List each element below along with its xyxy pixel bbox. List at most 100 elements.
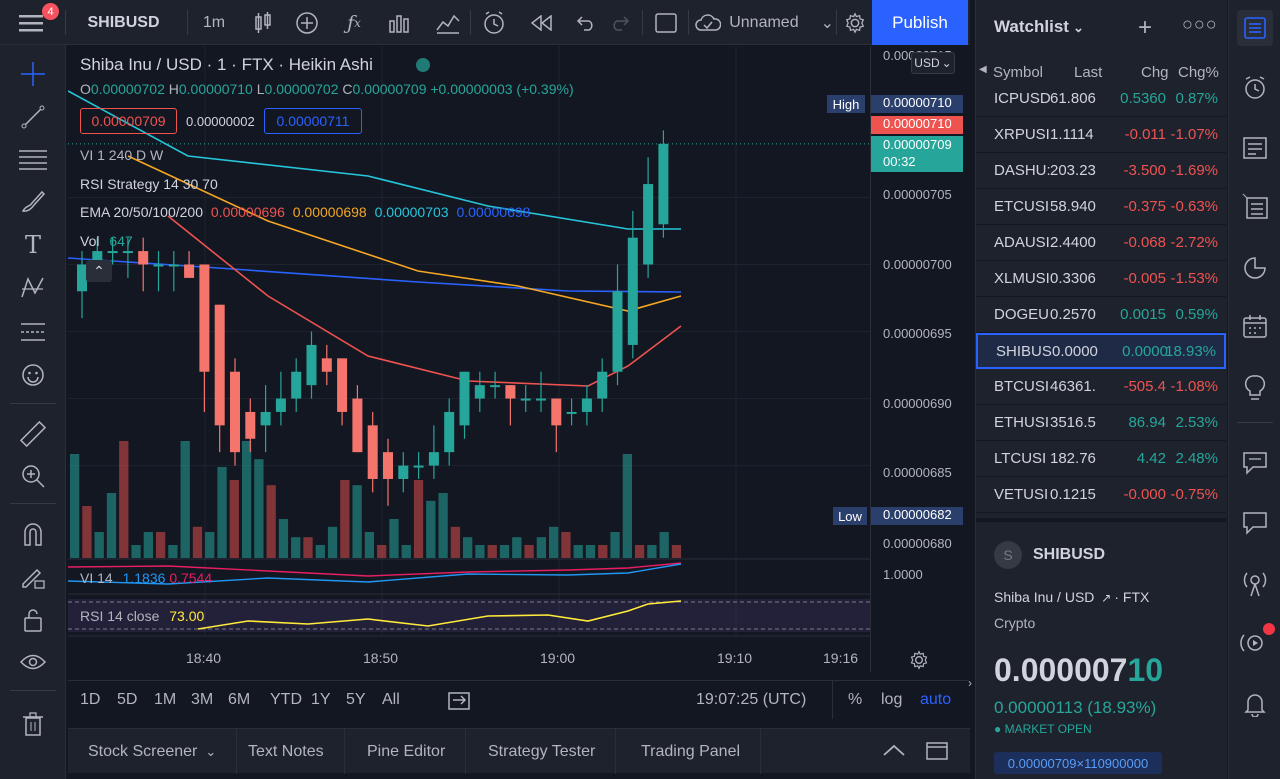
alert-clock-icon[interactable] (474, 0, 514, 45)
volume-bar (155, 532, 166, 558)
fib-retracement-icon[interactable] (14, 142, 52, 176)
price-scale[interactable]: 0.00000715 USD⌄ High 0.00000710 0.000007… (827, 46, 970, 673)
trash-icon[interactable] (14, 707, 52, 741)
range-1d[interactable]: 1D (80, 691, 117, 709)
watchlist-row[interactable]: ICPUSD 61.806 0.5360 0.87% (976, 81, 1226, 117)
layout-save-button[interactable]: Unnamed ⌄ (694, 0, 834, 45)
watchlist-row[interactable]: XRPUSI 1.1114 -0.011 -1.07% (976, 117, 1226, 153)
watchlist-row[interactable]: ADAUSI 2.4400 -0.068 -2.72% (976, 225, 1226, 261)
watchlist-icon[interactable] (1237, 10, 1273, 46)
external-link-icon: ↗ (1101, 591, 1112, 605)
range-ytd[interactable]: YTD (270, 691, 311, 709)
percent-toggle[interactable]: % (848, 691, 862, 709)
hotlists-icon[interactable] (1237, 250, 1273, 286)
gear-icon[interactable] (838, 0, 872, 45)
volume-bar (536, 537, 546, 558)
tab-stock-screener[interactable]: Stock Screener ⌄ (68, 729, 238, 774)
chart-settings-icon[interactable] (909, 650, 929, 673)
col-chg-pct[interactable]: Chg% (1178, 64, 1219, 81)
lock-pencil-icon[interactable] (14, 560, 52, 594)
utc-clock[interactable]: 19:07:25 (UTC) (696, 691, 806, 709)
col-last[interactable]: Last (1074, 64, 1102, 81)
tab-trading-panel[interactable]: Trading Panel (621, 729, 762, 774)
currency-select[interactable]: USD ⌄ (911, 52, 955, 74)
volume-bar (94, 532, 104, 558)
tab-strategy-tester[interactable]: Strategy Tester (468, 729, 617, 774)
log-toggle[interactable]: log (881, 691, 902, 709)
calendar-icon[interactable] (1237, 308, 1273, 344)
watchlist-row[interactable]: DASHU: 203.23 -3.500 -1.69% (976, 153, 1226, 189)
redo-icon[interactable] (600, 0, 640, 45)
emoji-icon[interactable] (14, 358, 52, 392)
ruler-icon[interactable] (14, 417, 52, 451)
col-symbol[interactable]: Symbol (993, 64, 1043, 81)
eye-icon[interactable] (14, 645, 52, 679)
add-symbol-icon[interactable]: + (1138, 14, 1152, 42)
more-options-icon[interactable]: ○○○ (1182, 14, 1218, 35)
pattern-icon[interactable] (14, 271, 52, 305)
watchlist-row[interactable]: XLMUSI 0.3306 -0.005 -1.53% (976, 261, 1226, 297)
maximize-panel-icon[interactable] (926, 742, 948, 763)
trend-line-icon[interactable] (14, 100, 52, 134)
buy-button[interactable]: 0.00000711 (264, 108, 362, 134)
zoom-in-icon[interactable] (14, 459, 52, 493)
range-1m[interactable]: 1M (154, 691, 191, 709)
bid-ask-chip[interactable]: 0.00000709×110900000 (994, 752, 1162, 774)
brush-icon[interactable] (14, 185, 52, 219)
row-chg-pct: -0.75% (1170, 486, 1218, 503)
compare-add-icon[interactable] (287, 0, 327, 45)
chats-icon[interactable] (1237, 445, 1273, 481)
goto-date-icon[interactable] (448, 690, 470, 713)
watchlist-row[interactable]: ETCUSI 58.940 -0.375 -0.63% (976, 189, 1226, 225)
volume-bar (438, 493, 448, 558)
templates-icon[interactable] (380, 0, 420, 45)
strategy-icon[interactable] (428, 0, 468, 45)
streams-icon[interactable] (1237, 565, 1273, 601)
range-6m[interactable]: 6M (228, 691, 270, 709)
watchlist-row[interactable]: VETUSI 0.1215 -0.000 -0.75% (976, 477, 1226, 513)
magnet-icon[interactable] (14, 517, 52, 551)
interval-button[interactable]: 1m (192, 0, 236, 45)
row-symbol: DOGEU (994, 306, 1050, 323)
col-chg[interactable]: Chg (1141, 64, 1169, 81)
alerts-clock-icon[interactable] (1237, 70, 1273, 106)
watchlist-row[interactable]: DOGEU 0.2570 0.0015 0.59% (976, 297, 1226, 333)
replay-icon[interactable] (522, 0, 562, 45)
candle-type-icon[interactable] (243, 0, 283, 45)
tab-pine-editor[interactable]: Pine Editor (347, 729, 467, 774)
detail-symbol[interactable]: SHIBUSD (1033, 546, 1105, 564)
prediction-icon[interactable] (14, 315, 52, 349)
sell-button[interactable]: 0.00000709 (80, 108, 177, 134)
menu-icon[interactable]: 4 (8, 0, 59, 45)
lock-icon[interactable] (14, 603, 52, 637)
price-tick: 0.00000685 (883, 465, 952, 480)
crosshair-icon[interactable] (14, 57, 52, 91)
watchlist-row[interactable]: ETHUSI 3516.5 86.94 2.53% (976, 405, 1226, 441)
range-5y[interactable]: 5Y (346, 691, 382, 709)
chart-pane[interactable]: Shiba Inu / USD · 1 · FTX · Heikin Ashi … (68, 46, 870, 672)
fullscreen-icon[interactable] (646, 0, 686, 45)
watchlist-row[interactable]: SHIBUS 0.0000 0.0000 18.93% (976, 333, 1226, 369)
range-5d[interactable]: 5D (117, 691, 154, 709)
messages-icon[interactable] (1237, 505, 1273, 541)
ideas-lightbulb-icon[interactable] (1237, 370, 1273, 406)
text-tool-icon[interactable]: T (14, 228, 52, 262)
notifications-bell-icon[interactable] (1237, 686, 1273, 722)
volume-bar (573, 545, 583, 558)
auto-toggle[interactable]: auto (920, 691, 951, 709)
watchlist-title[interactable]: Watchlist ⌄ (994, 17, 1084, 37)
indicators-fx-icon[interactable]: ƒx (334, 0, 374, 45)
live-stream-icon[interactable] (1237, 623, 1275, 661)
range-all[interactable]: All (382, 691, 412, 709)
news-list-icon[interactable] (1237, 188, 1273, 224)
chevron-up-icon[interactable] (882, 743, 906, 760)
watchlist-row[interactable]: BTCUSI 46361. -505.4 -1.08% (976, 369, 1226, 405)
publish-button[interactable]: Publish (872, 0, 968, 45)
tab-text-notes[interactable]: Text Notes (228, 729, 345, 774)
range-1y[interactable]: 1Y (311, 691, 346, 709)
range-3m[interactable]: 3M (191, 691, 228, 709)
collapse-legend-button[interactable]: ⌃ (86, 260, 112, 282)
symbol-search-button[interactable]: SHIBUSD (66, 0, 181, 45)
watchlist-row[interactable]: LTCUSI 182.76 4.42 2.48% (976, 441, 1226, 477)
data-window-icon[interactable] (1237, 130, 1273, 166)
